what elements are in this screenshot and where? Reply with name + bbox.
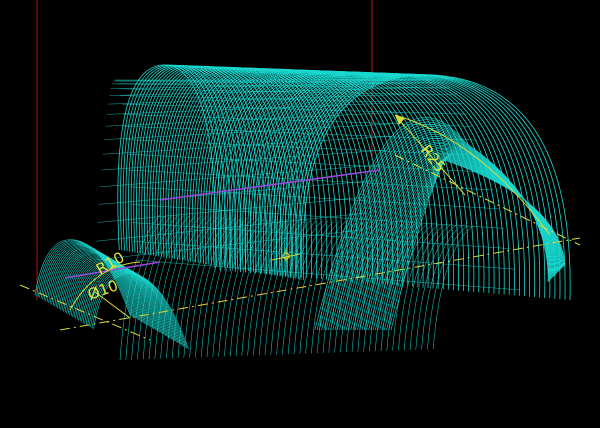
cad-viewport[interactable]: R25 R10 Ø10 — [0, 0, 600, 428]
